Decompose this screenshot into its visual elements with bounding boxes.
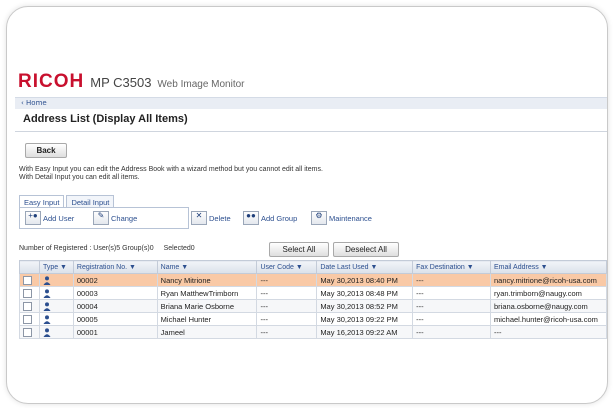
- breadcrumb: ‹ Home: [15, 97, 607, 109]
- user-icon: [43, 288, 51, 298]
- row-checkbox-cell: [19, 325, 40, 339]
- delete-icon: ✕: [191, 211, 207, 225]
- change-button[interactable]: ✎ Change: [93, 211, 137, 225]
- row-date-last-used: May 30,2013 09:22 PM: [316, 312, 414, 326]
- table-header-row: Type ▼ Registration No. ▼ Name ▼ User Co…: [19, 260, 607, 274]
- row-user-code: ---: [256, 312, 318, 326]
- user-icon: [43, 327, 51, 337]
- row-fax-destination: ---: [412, 286, 491, 300]
- row-registration-no: 00001: [72, 325, 158, 339]
- row-user-code: ---: [256, 273, 318, 287]
- add-group-icon: ●●: [243, 211, 259, 225]
- select-all-button[interactable]: Select All: [269, 242, 329, 257]
- row-user-code: ---: [256, 325, 318, 339]
- row-checkbox-cell: [19, 299, 40, 313]
- row-name: Briana Marie Osborne: [156, 299, 258, 313]
- row-user-code: ---: [256, 299, 318, 313]
- row-name: Ryan MatthewTrimborn: [156, 286, 258, 300]
- add-user-icon: +●: [25, 211, 41, 225]
- pencil-icon: ✎: [93, 211, 109, 225]
- row-date-last-used: May 16,2013 09:22 AM: [316, 325, 414, 339]
- row-email-address: ryan.trimborn@naugy.com: [489, 286, 607, 300]
- row-type: [38, 299, 74, 313]
- table-row[interactable]: 00005 Michael Hunter --- May 30,2013 09:22 …: [19, 312, 607, 326]
- row-checkbox[interactable]: [23, 288, 32, 298]
- device-frame: RICOH MP C3503 Web Image Monitor ‹ Home …: [6, 6, 608, 404]
- delete-label: Delete: [209, 213, 231, 223]
- row-fax-destination: ---: [412, 312, 491, 326]
- registered-counts: Number of Registered : User(s)5 Group(s)…: [19, 245, 195, 252]
- row-type: [38, 273, 74, 287]
- app-name: Web Image Monitor: [157, 79, 245, 90]
- table-row[interactable]: 00001 Jameel --- May 16,2013 09:22 AM --- ---: [19, 325, 607, 339]
- column-name[interactable]: Name ▼: [156, 260, 258, 274]
- ricoh-logo: RICOH: [18, 71, 85, 92]
- row-checkbox[interactable]: [23, 314, 32, 324]
- row-email-address: briana.osborne@naugy.com: [489, 299, 607, 313]
- app-header: RICOH MP C3503 Web Image Monitor: [18, 71, 245, 93]
- column-fax-destination[interactable]: Fax Destination ▼: [412, 260, 491, 274]
- column-registration-no[interactable]: Registration No. ▼: [72, 260, 158, 274]
- table-row[interactable]: 00003 Ryan MatthewTrimborn --- May 30,2013 …: [19, 286, 607, 300]
- row-date-last-used: May 30,2013 08:52 PM: [316, 299, 414, 313]
- maintenance-icon: ⚙: [311, 211, 327, 225]
- row-name: Michael Hunter: [156, 312, 258, 326]
- table-row[interactable]: 00002 Nancy Mitrione --- May 30,2013 08:40 …: [19, 273, 607, 287]
- delete-button[interactable]: ✕ Delete: [191, 211, 231, 225]
- maintenance-label: Maintenance: [329, 213, 372, 223]
- maintenance-button[interactable]: ⚙ Maintenance: [311, 211, 372, 225]
- row-name: Nancy Mitrione: [156, 273, 258, 287]
- column-email-address[interactable]: Email Address ▼: [489, 260, 607, 274]
- description-line-2: With Detail Input you can edit all items…: [19, 174, 140, 181]
- user-icon: [43, 275, 51, 285]
- row-checkbox[interactable]: [23, 275, 32, 285]
- add-group-label: Add Group: [261, 213, 298, 223]
- row-date-last-used: May 30,2013 08:40 PM: [316, 273, 414, 287]
- add-user-label: Add User: [43, 213, 75, 223]
- row-checkbox[interactable]: [23, 327, 32, 337]
- row-user-code: ---: [256, 286, 318, 300]
- address-list-table: Type ▼ Registration No. ▼ Name ▼ User Co…: [19, 260, 607, 339]
- user-icon: [43, 301, 51, 311]
- row-name: Jameel: [156, 325, 258, 339]
- table-row[interactable]: 00004 Briana Marie Osborne --- May 30,2013 …: [19, 299, 607, 313]
- back-button[interactable]: Back: [25, 143, 67, 158]
- row-registration-no: 00002: [72, 273, 158, 287]
- row-checkbox-cell: [19, 273, 40, 287]
- row-fax-destination: ---: [412, 273, 491, 287]
- column-select: [19, 260, 40, 274]
- registered-count: Number of Registered : User(s)5 Group(s)…: [19, 245, 154, 252]
- page-title: Address List (Display All Items): [23, 113, 188, 125]
- change-label: Change: [111, 213, 138, 223]
- row-email-address: michael.hunter@ricoh-usa.com: [489, 312, 607, 326]
- selected-count: Selected0: [163, 245, 195, 252]
- description-line-1: With Easy Input you can edit the Address…: [19, 166, 323, 173]
- row-type: [38, 286, 74, 300]
- row-fax-destination: ---: [412, 299, 491, 313]
- row-email-address: nancy.mitrione@ricoh-usa.com: [489, 273, 607, 287]
- row-checkbox-cell: [19, 312, 40, 326]
- model-name: MP C3503: [90, 75, 152, 90]
- title-divider: [15, 131, 607, 132]
- column-date-last-used[interactable]: Date Last Used ▼: [316, 260, 414, 274]
- row-type: [38, 312, 74, 326]
- deselect-all-button[interactable]: Deselect All: [333, 242, 399, 257]
- row-type: [38, 325, 74, 339]
- row-date-last-used: May 30,2013 08:48 PM: [316, 286, 414, 300]
- home-link[interactable]: ‹ Home: [21, 99, 47, 107]
- web-image-monitor-screen: RICOH MP C3503 Web Image Monitor ‹ Home …: [15, 65, 607, 365]
- row-fax-destination: ---: [412, 325, 491, 339]
- column-type[interactable]: Type ▼: [38, 260, 74, 274]
- add-group-button[interactable]: ●● Add Group: [243, 211, 297, 225]
- add-user-button[interactable]: +● Add User: [25, 211, 74, 225]
- row-registration-no: 00003: [72, 286, 158, 300]
- row-registration-no: 00004: [72, 299, 158, 313]
- row-email-address: ---: [489, 325, 607, 339]
- row-checkbox[interactable]: [23, 301, 32, 311]
- column-user-code[interactable]: User Code ▼: [256, 260, 318, 274]
- row-registration-no: 00005: [72, 312, 158, 326]
- row-checkbox-cell: [19, 286, 40, 300]
- user-icon: [43, 314, 51, 324]
